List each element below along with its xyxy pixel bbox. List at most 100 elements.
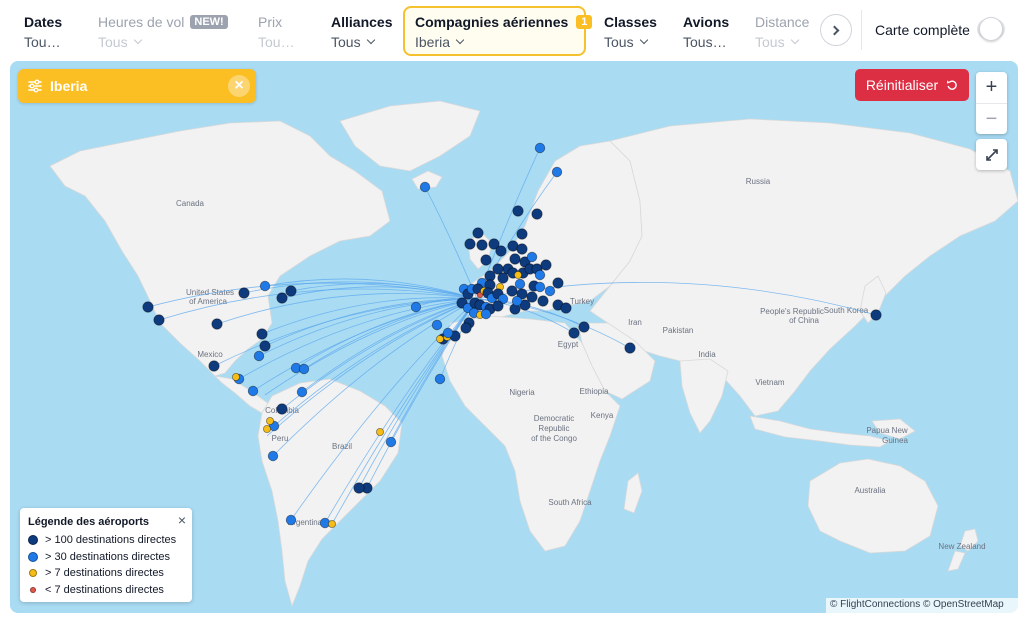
airport-marker[interactable] (506, 285, 518, 297)
airport-marker[interactable] (492, 300, 504, 312)
airport-marker[interactable] (375, 427, 384, 436)
airport-marker[interactable] (551, 166, 563, 178)
country-label: Peru (272, 434, 289, 443)
airport-marker[interactable] (534, 269, 546, 281)
airport-marker[interactable] (208, 360, 220, 372)
airport-marker[interactable] (353, 482, 365, 494)
airport-marker[interactable] (262, 424, 271, 433)
airport-marker[interactable] (509, 253, 521, 265)
airport-marker[interactable] (211, 318, 223, 330)
filter-alliances[interactable]: Alliances Tous (319, 8, 404, 54)
airport-marker[interactable] (537, 295, 549, 307)
airport-marker[interactable] (516, 228, 528, 240)
legend-item: < 7 destinations directes (28, 582, 184, 599)
filter-classes[interactable]: Classes Tous (592, 8, 669, 54)
airport-marker[interactable] (296, 386, 308, 398)
airport-marker[interactable] (434, 373, 446, 385)
airport-marker[interactable] (385, 436, 397, 448)
airport-marker[interactable] (516, 243, 528, 255)
airport-marker[interactable] (534, 281, 546, 293)
airport-marker[interactable] (267, 450, 279, 462)
chevron-down-icon (366, 35, 375, 45)
remove-airline-button[interactable]: × (228, 75, 250, 97)
airport-marker[interactable] (256, 328, 268, 340)
airport-marker[interactable] (514, 278, 526, 290)
filter-airlines[interactable]: Compagnies aériennes 1 Iberia (403, 6, 593, 56)
scroll-filters-next-button[interactable] (820, 14, 852, 46)
airport-marker[interactable] (276, 403, 288, 415)
airport-marker[interactable] (153, 314, 165, 326)
filter-flight-hours[interactable]: Heures de vol NEW! Tous (86, 8, 240, 54)
close-legend-button[interactable]: × (178, 512, 186, 528)
filter-aircraft[interactable]: Avions Tous… (671, 8, 741, 54)
filter-price[interactable]: Prix Tou… (246, 8, 307, 54)
airport-marker[interactable] (238, 287, 250, 299)
legend-label: > 7 destinations directes (45, 567, 164, 580)
airport-marker[interactable] (419, 181, 431, 193)
fullscreen-button[interactable] (976, 139, 1007, 170)
airport-marker[interactable] (276, 292, 288, 304)
filter-dates[interactable]: Dates Tou… (12, 8, 74, 54)
airport-marker[interactable] (247, 385, 259, 397)
airport-marker[interactable] (285, 285, 297, 297)
chevron-down-icon (133, 35, 142, 45)
airport-marker[interactable] (568, 327, 580, 339)
map-attribution[interactable]: © FlightConnections © OpenStreetMap (826, 598, 1018, 613)
airport-marker[interactable] (511, 295, 523, 307)
airport-marker[interactable] (476, 239, 488, 251)
chevron-down-icon (639, 35, 648, 45)
airport-marker[interactable] (435, 334, 444, 343)
filter-title: Avions (683, 14, 730, 30)
route-line (281, 286, 478, 300)
airport-marker[interactable] (544, 285, 556, 297)
legend-dot (28, 551, 38, 562)
airport-marker[interactable] (540, 259, 552, 271)
airport-marker[interactable] (253, 350, 265, 362)
airport-marker[interactable] (142, 301, 154, 313)
airport-marker[interactable] (298, 363, 310, 375)
zoom-out-button[interactable]: − (976, 103, 1007, 134)
zoom-in-button[interactable]: + (976, 72, 1007, 103)
airport-marker[interactable] (265, 416, 274, 425)
airport-marker[interactable] (480, 308, 492, 320)
airport-marker[interactable] (552, 277, 564, 289)
airport-marker[interactable] (534, 142, 546, 154)
landmass-north-america (49, 120, 391, 377)
airport-marker[interactable] (259, 340, 271, 352)
reset-button[interactable]: Réinitialiser (855, 69, 969, 101)
airport-marker[interactable] (472, 227, 484, 239)
country-label: Egypt (558, 340, 579, 349)
airport-marker[interactable] (410, 301, 422, 313)
country-label: Kenya (591, 411, 614, 420)
airport-marker[interactable] (231, 372, 240, 381)
airport-legend: Légende des aéroports × > 100 destinatio… (20, 508, 192, 602)
airport-marker[interactable] (460, 322, 472, 334)
country-label: Russia (746, 177, 771, 186)
airport-marker[interactable] (512, 205, 524, 217)
airport-marker[interactable] (431, 319, 443, 331)
selected-airline-chip[interactable]: Iberia × (18, 69, 256, 103)
country-label: United States (186, 288, 234, 297)
airport-marker[interactable] (259, 280, 271, 292)
landmass-greenland (339, 100, 481, 172)
filter-distance[interactable]: Distance Tous (743, 8, 821, 54)
airport-marker[interactable] (513, 270, 522, 279)
full-map-toggle[interactable] (977, 17, 1005, 41)
airport-marker[interactable] (870, 309, 882, 321)
airport-marker[interactable] (480, 254, 492, 266)
filter-value: Tous (604, 34, 634, 50)
airport-marker[interactable] (497, 272, 509, 284)
airport-marker[interactable] (495, 245, 507, 257)
airport-marker[interactable] (526, 251, 538, 263)
filter-value: Tous (98, 34, 128, 50)
airport-marker[interactable] (442, 327, 454, 339)
reset-label: Réinitialiser (865, 77, 939, 93)
airport-marker[interactable] (327, 519, 336, 528)
airport-marker[interactable] (624, 342, 636, 354)
airport-marker[interactable] (560, 302, 572, 314)
full-map-label: Carte complète (875, 22, 970, 38)
airport-marker[interactable] (285, 514, 297, 526)
airport-marker[interactable] (531, 208, 543, 220)
airport-marker[interactable] (464, 238, 476, 250)
airport-marker[interactable] (578, 321, 590, 333)
